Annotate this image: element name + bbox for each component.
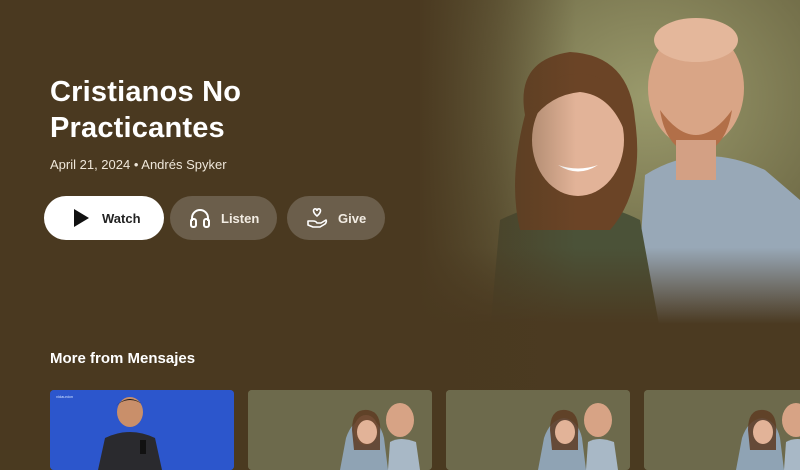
- action-buttons: Watch Listen Give: [44, 196, 385, 240]
- hero-image: [420, 0, 800, 330]
- video-card[interactable]: [248, 390, 432, 470]
- video-card[interactable]: [644, 390, 800, 470]
- listen-label: Listen: [221, 210, 260, 226]
- video-card[interactable]: [446, 390, 630, 470]
- give-button[interactable]: Give: [287, 196, 385, 240]
- listen-button[interactable]: Listen: [170, 196, 277, 240]
- headphones-icon: [189, 207, 211, 229]
- watch-button[interactable]: Watch: [44, 196, 164, 240]
- card-thumbnail-couple: [248, 390, 432, 470]
- card-thumbnail-couple: [644, 390, 800, 470]
- card-channel-label: vidaunion: [56, 394, 74, 399]
- hand-heart-icon: [306, 207, 328, 229]
- give-label: Give: [338, 210, 367, 226]
- more-from-mensajes-carousel: vidaunion: [50, 390, 800, 470]
- sermon-date-and-speaker: April 21, 2024 • Andrés Spyker: [50, 157, 227, 172]
- page-title: Cristianos No Practicantes: [50, 76, 242, 144]
- video-card[interactable]: vidaunion: [50, 390, 234, 470]
- play-icon: [70, 207, 92, 229]
- card-thumbnail-couple: [446, 390, 630, 470]
- section-title-more-from-mensajes: More from Mensajes: [50, 350, 196, 367]
- watch-label: Watch: [102, 210, 141, 226]
- card-thumbnail-preacher: [50, 390, 234, 470]
